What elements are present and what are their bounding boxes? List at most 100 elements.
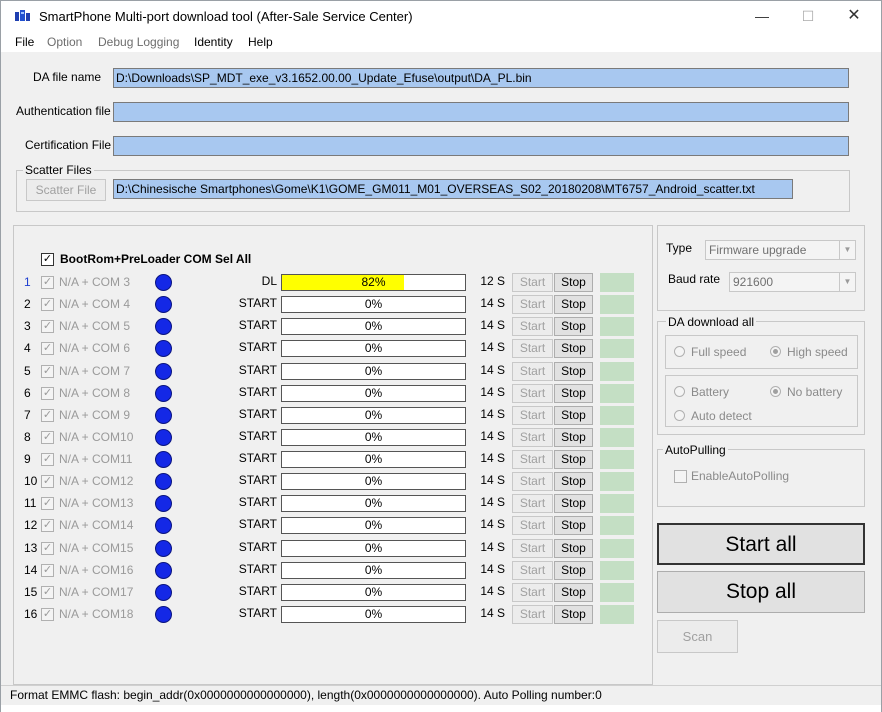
port-checkbox[interactable]: ✓ bbox=[41, 608, 54, 621]
port-stop-button[interactable]: Stop bbox=[554, 472, 593, 492]
port-checkbox[interactable]: ✓ bbox=[41, 320, 54, 334]
port-stop-button[interactable]: Stop bbox=[554, 450, 593, 469]
scan-button[interactable]: Scan bbox=[657, 620, 738, 653]
port-checkbox[interactable]: ✓ bbox=[41, 386, 54, 400]
baud-rate-value: 921600 bbox=[733, 275, 774, 289]
baud-rate-select[interactable]: 921600 ▼ bbox=[729, 272, 856, 292]
port-time: 14 S bbox=[480, 428, 505, 443]
port-stop-button[interactable]: Stop bbox=[554, 339, 593, 359]
port-checkbox[interactable]: ✓ bbox=[41, 364, 54, 378]
port-checkbox[interactable]: ✓ bbox=[41, 430, 54, 444]
port-start-button[interactable]: Start bbox=[512, 427, 553, 447]
port-row: 16 ✓ N/A + COM18 START 0% 14 S Start Stop bbox=[13, 605, 653, 627]
port-stop-button[interactable]: Stop bbox=[554, 560, 593, 580]
scatter-file-field[interactable]: D:\Chinesische Smartphones\Gome\K1\GOME_… bbox=[113, 179, 793, 199]
port-progress-bar: 0% bbox=[281, 495, 466, 513]
port-start-button[interactable]: Start bbox=[512, 472, 553, 492]
port-start-button[interactable]: Start bbox=[512, 317, 553, 337]
high-speed-label: High speed bbox=[787, 345, 848, 359]
port-com-label: N/A + COM 7 bbox=[59, 363, 131, 378]
port-stop-button[interactable]: Stop bbox=[554, 295, 593, 315]
port-start-button[interactable]: Start bbox=[512, 273, 553, 292]
port-time: 14 S bbox=[480, 318, 505, 333]
port-start-button[interactable]: Start bbox=[512, 450, 553, 469]
port-stop-button[interactable]: Stop bbox=[554, 317, 593, 337]
cert-file-field[interactable] bbox=[113, 136, 849, 156]
menu-file[interactable]: File bbox=[15, 35, 34, 49]
port-start-button[interactable]: Start bbox=[512, 405, 553, 425]
port-row: 13 ✓ N/A + COM15 START 0% 14 S Start Stop bbox=[13, 538, 653, 561]
select-all-checkbox[interactable]: ✓ bbox=[41, 253, 54, 266]
port-stop-button[interactable]: Stop bbox=[554, 605, 593, 624]
port-stop-button[interactable]: Stop bbox=[554, 427, 593, 447]
port-start-button[interactable]: Start bbox=[512, 361, 553, 381]
port-start-button[interactable]: Start bbox=[512, 582, 553, 602]
bottom-strip bbox=[1, 705, 881, 712]
menu-identity[interactable]: Identity bbox=[194, 35, 233, 49]
port-stop-button[interactable]: Stop bbox=[554, 538, 593, 558]
high-speed-radio[interactable] bbox=[770, 346, 781, 357]
port-time: 14 S bbox=[480, 296, 505, 311]
enable-autopolling-checkbox[interactable] bbox=[674, 470, 687, 483]
auto-detect-radio[interactable] bbox=[674, 410, 685, 421]
port-start-button[interactable]: Start bbox=[512, 339, 553, 359]
menu-option[interactable]: Option bbox=[47, 35, 82, 49]
port-start-button[interactable]: Start bbox=[512, 494, 553, 514]
no-battery-radio[interactable] bbox=[770, 386, 781, 397]
port-number: 9 bbox=[24, 452, 31, 466]
port-start-button[interactable]: Start bbox=[512, 560, 553, 580]
port-time: 14 S bbox=[480, 406, 505, 421]
port-checkbox[interactable]: ✓ bbox=[41, 298, 54, 312]
port-progress-bar: 0% bbox=[281, 561, 466, 579]
port-stop-button[interactable]: Stop bbox=[554, 494, 593, 514]
port-checkbox[interactable]: ✓ bbox=[41, 408, 54, 422]
full-speed-radio[interactable] bbox=[674, 346, 685, 357]
port-stop-button[interactable]: Stop bbox=[554, 383, 593, 403]
port-start-button[interactable]: Start bbox=[512, 383, 553, 403]
port-com-label: N/A + COM15 bbox=[59, 540, 134, 555]
port-checkbox[interactable]: ✓ bbox=[41, 563, 54, 577]
port-stop-button[interactable]: Stop bbox=[554, 405, 593, 425]
port-stop-button[interactable]: Stop bbox=[554, 361, 593, 381]
port-checkbox[interactable]: ✓ bbox=[41, 276, 54, 289]
port-start-button[interactable]: Start bbox=[512, 516, 553, 536]
port-stop-button[interactable]: Stop bbox=[554, 516, 593, 536]
port-status-dot-icon bbox=[155, 473, 172, 491]
type-select[interactable]: Firmware upgrade ▼ bbox=[705, 240, 856, 260]
start-all-button[interactable]: Start all bbox=[657, 523, 865, 565]
auth-file-field[interactable] bbox=[113, 102, 849, 122]
close-button[interactable]: ✕ bbox=[831, 1, 877, 32]
port-stop-button[interactable]: Stop bbox=[554, 273, 593, 292]
port-status-cell bbox=[600, 605, 634, 624]
port-time: 14 S bbox=[480, 606, 505, 620]
port-com-label: N/A + COM 3 bbox=[59, 275, 131, 289]
port-stop-button[interactable]: Stop bbox=[554, 582, 593, 602]
port-start-button[interactable]: Start bbox=[512, 605, 553, 624]
port-checkbox[interactable]: ✓ bbox=[41, 585, 54, 599]
port-start-button[interactable]: Start bbox=[512, 295, 553, 315]
port-status-cell bbox=[600, 472, 634, 492]
maximize-button[interactable]: ☐ bbox=[785, 1, 831, 32]
port-com-label: N/A + COM 5 bbox=[59, 319, 131, 334]
menu-debug-logging[interactable]: Debug Logging bbox=[98, 35, 179, 49]
port-checkbox[interactable]: ✓ bbox=[41, 453, 54, 466]
progress-text: 0% bbox=[364, 363, 383, 378]
battery-radio[interactable] bbox=[674, 386, 685, 397]
scatter-file-button[interactable]: Scatter File bbox=[26, 179, 106, 201]
port-start-button[interactable]: Start bbox=[512, 538, 553, 558]
da-file-field[interactable]: D:\Downloads\SP_MDT_exe_v3.1652.00.00_Up… bbox=[113, 68, 849, 88]
port-checkbox[interactable]: ✓ bbox=[41, 519, 54, 533]
minimize-button[interactable]: — bbox=[739, 1, 785, 32]
port-state: START bbox=[238, 296, 277, 311]
port-com-label: N/A + COM16 bbox=[59, 562, 134, 577]
port-progress-bar: 0% bbox=[281, 362, 466, 380]
port-checkbox[interactable]: ✓ bbox=[41, 342, 54, 356]
scatter-files-title: Scatter Files bbox=[23, 163, 94, 177]
port-checkbox[interactable]: ✓ bbox=[41, 541, 54, 555]
stop-all-button[interactable]: Stop all bbox=[657, 571, 865, 613]
menu-help[interactable]: Help bbox=[248, 35, 273, 49]
port-time: 14 S bbox=[480, 384, 505, 399]
port-checkbox[interactable]: ✓ bbox=[41, 497, 54, 511]
port-status-dot-icon bbox=[155, 451, 172, 468]
port-checkbox[interactable]: ✓ bbox=[41, 475, 54, 489]
